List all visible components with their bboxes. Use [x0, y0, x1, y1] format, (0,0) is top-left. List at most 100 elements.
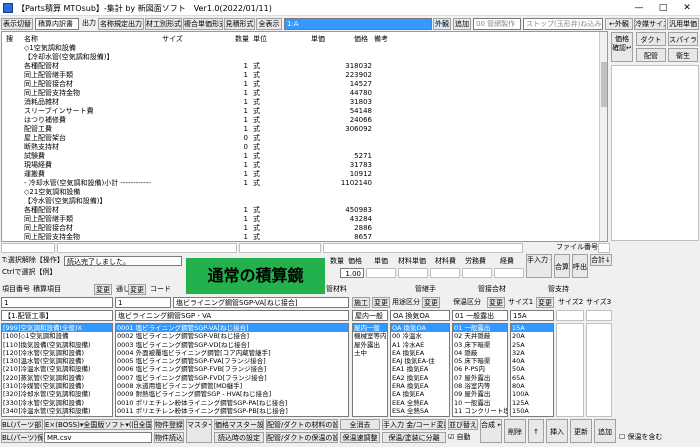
item-read-button[interactable]: 物件読込 — [154, 432, 184, 443]
table-row[interactable]: - 冷却水管(空気調和設備)小計 ------------ 1 式 1102140 — [2, 179, 602, 188]
change-button-5[interactable]: 変更 — [487, 297, 505, 308]
cooling-size-button[interactable]: 冷媒サイズ — [634, 18, 666, 30]
selected-field[interactable]: 1:A — [284, 18, 432, 30]
insulation-list[interactable]: 01 一般露出 02 天井隠蔽 03 床下暗渠 04 隠蔽 05 床下暗渠 06 P-PS… — [452, 323, 508, 417]
size-list-item[interactable]: 80A — [511, 382, 553, 390]
pipe-list-item[interactable]: 0009 耐熱塩ビライニング鋼管SGP - HVA[ねじ接合] — [116, 390, 348, 398]
category-list-item[interactable]: [210]冷温水管(空気調和設備) — [2, 365, 112, 373]
category-list-item[interactable]: [110]換気設備(空気調和設備) — [2, 341, 112, 349]
indoor-field[interactable]: 屋内一般 — [352, 310, 388, 321]
reading-setting-button[interactable]: 読込時の設定 — [214, 432, 264, 443]
pipe-button[interactable]: 配管 — [636, 48, 666, 62]
compose-button[interactable]: 合成 ↵つめる — [480, 419, 502, 443]
size3-list[interactable] — [586, 323, 612, 417]
insulation-class-button[interactable]: 保温/塗装に分離 — [382, 432, 446, 443]
table-row[interactable]: 配管工費 1 式 306092 — [2, 125, 602, 134]
category-list-item[interactable]: [130]温水管(空気調和設備) — [2, 357, 112, 365]
table-row[interactable]: 同上配管接合材 1 式 2886 — [2, 224, 602, 233]
composite-format-button[interactable]: 複合単価形式 — [183, 18, 223, 30]
item-no-field[interactable]: 1 — [1, 297, 113, 308]
bom-read-button[interactable]: BL(パーツ部)読込 — [1, 419, 43, 430]
external-button[interactable]: 外観 — [433, 18, 451, 30]
mode-select[interactable]: 積算内訳書 — [35, 18, 79, 30]
table-row[interactable]: ◇21空気調和設備 — [2, 188, 602, 197]
insulation-list-item[interactable]: 05 床下暗渠 — [453, 357, 507, 365]
spiral-button[interactable]: スパイラル — [668, 32, 698, 58]
change-button-3[interactable]: 変更 — [372, 297, 390, 308]
size-list-item[interactable]: 25A — [511, 341, 553, 349]
pipe-name-field[interactable]: 塩ビライニング鋼管SGP-VA[ねじ接合] — [173, 297, 349, 308]
category-list-item[interactable]: [120]冷水管(空気調和設備) — [2, 349, 112, 357]
close-button[interactable]: ✕ — [676, 0, 698, 16]
size-list-item[interactable]: 125A — [511, 399, 553, 407]
unit-price-field[interactable] — [398, 268, 428, 278]
general-price-button[interactable]: 汎用単価 — [667, 18, 699, 30]
file-no-field[interactable] — [598, 243, 610, 253]
table-row[interactable]: 現場経費 1 式 31783 — [2, 161, 602, 170]
use-list-item[interactable]: 00 冷温水 — [391, 332, 449, 340]
use-list-item[interactable]: EA2 換気EA — [391, 374, 449, 382]
master-maintenance-button[interactable]: マスター↵(メンテ) — [186, 419, 212, 443]
insulation-list-item[interactable]: 11 コンクリート埋 — [453, 407, 507, 415]
change-button-4[interactable]: 変更 — [422, 297, 440, 308]
category-list-item[interactable]: [310]冷媒管(空気調和設備) — [2, 382, 112, 390]
table-row[interactable]: 消耗品雑材 1 式 31803 — [2, 98, 602, 107]
use-list-item[interactable]: ESA 全熱SA — [391, 407, 449, 415]
use-list-item[interactable]: EA1 換気EA — [391, 365, 449, 373]
estimate-grid[interactable]: 捜 名称 サイズ 数量 単位 単価 価格 備考 ◇1空気調和設備 【冷却水管(空気… — [1, 31, 608, 242]
display-toggle-button[interactable]: 表示切替 — [1, 18, 33, 30]
table-row[interactable]: 同上配管支持金物 1 式 44780 — [2, 89, 602, 98]
use-list-item[interactable]: EA 排煙OA — [391, 415, 449, 416]
pipe-list-item[interactable]: 0006 塩ビライニング鋼管SGP-FVB[フランジ接合] — [116, 365, 348, 373]
use-list[interactable]: OA 換気OA 00 冷温水 A1 冷水AE EA 換気EA EAJ 換気EA-住 EA1… — [390, 323, 450, 417]
auto-checkbox[interactable]: ☑ 自動 — [448, 432, 471, 443]
bom-save-button[interactable]: BL(パーツ)保存 — [1, 432, 43, 443]
insulation-list-item[interactable]: 07 屋外露出 — [453, 374, 507, 382]
table-row[interactable]: 試験費 1 式 5271 — [2, 152, 602, 161]
table-row[interactable]: 運搬費 1 式 10912 — [2, 170, 602, 179]
external-right-button[interactable]: ←外観 — [605, 18, 633, 30]
table-row[interactable]: 断熱支持材 0 式 — [2, 143, 602, 152]
drawing-select[interactable]: 00 管網製作 — [473, 18, 521, 30]
table-row[interactable]: 各種配管材 1 式 318032 — [2, 62, 602, 71]
insulation-included-checkbox[interactable]: ☐ 保温を含む — [619, 432, 663, 443]
quantity-field[interactable]: 1.00 — [340, 268, 364, 278]
category-list-item[interactable]: [340]冷温水管(空気調和設備) — [2, 407, 112, 415]
sanitary-button[interactable]: 衛生 — [668, 48, 698, 62]
category-list-item[interactable]: [999]空気調和設備(全般)X — [2, 324, 112, 333]
use-list-item[interactable]: EAJ 換気EA-住 — [391, 357, 449, 365]
pipe-duct-material-button[interactable]: 配管/ダクトの材料の設定 — [266, 419, 338, 430]
maximize-button[interactable]: □ — [652, 0, 674, 16]
pipe-list-item[interactable]: 0007 塩ビライニング鋼管SGP-FVD[フランジ接合] — [116, 374, 348, 382]
insulation-list-item[interactable]: 08 浴室内等 — [453, 382, 507, 390]
table-row[interactable]: 【冷水管(空気調和設備)】 — [2, 197, 602, 206]
category-list-item[interactable]: [220]蒸気管(空気調和設備) — [2, 374, 112, 382]
insulation-list-item[interactable]: 01 一般露出 — [453, 324, 507, 333]
category-list-item[interactable]: [100]◇1空気調和設備 — [2, 332, 112, 340]
size-list-item[interactable]: 150A — [511, 407, 553, 415]
location-list-item[interactable]: 屋内一般 — [353, 324, 387, 333]
use-list-item[interactable]: OA 換気OA — [391, 324, 449, 333]
grid-scroll-thumb[interactable] — [601, 62, 607, 107]
call-button[interactable]: 呼出 — [572, 254, 588, 278]
insulation-list-item[interactable]: 02 天井隠蔽 — [453, 332, 507, 340]
insert-button[interactable]: 挿入 — [546, 419, 568, 443]
change-button-2[interactable]: 変更 — [128, 284, 146, 295]
size-list-item[interactable]: 40A — [511, 357, 553, 365]
size2-field[interactable] — [556, 310, 584, 321]
pipe-list-item[interactable]: 0002 塩ビライニング鋼管SGP-VB[ねじ接合] — [116, 332, 348, 340]
all-display-button[interactable]: 全表示 — [256, 18, 282, 30]
construction-button[interactable]: 施工 — [352, 297, 370, 308]
merge-button[interactable]: 合算 — [554, 254, 570, 278]
table-row[interactable]: 同上配管継手類 1 式 223902 — [2, 71, 602, 80]
pipe-list[interactable]: 0001 塩ビライニング鋼管SGP-VA[ねじ接合] 0002 塩ビライニング鋼管… — [115, 323, 349, 417]
table-row[interactable]: 同上配管支持金物 1 式 8657 — [2, 233, 602, 241]
insulation-list-item[interactable]: 10 一般露出 — [453, 399, 507, 407]
location-list[interactable]: 屋内一般 機械室等内 屋外露出 土中 — [352, 323, 388, 417]
table-row[interactable]: はつり補修費 1 式 24066 — [2, 116, 602, 125]
size-list-item[interactable]: 65A — [511, 374, 553, 382]
all-clear-button[interactable]: 全消去 — [340, 419, 380, 430]
manual-update-button[interactable]: 手入力 ↩更新 — [526, 254, 552, 278]
use-list-item[interactable]: A1 冷水AE — [391, 341, 449, 349]
update-button[interactable]: 更新 — [570, 419, 592, 443]
